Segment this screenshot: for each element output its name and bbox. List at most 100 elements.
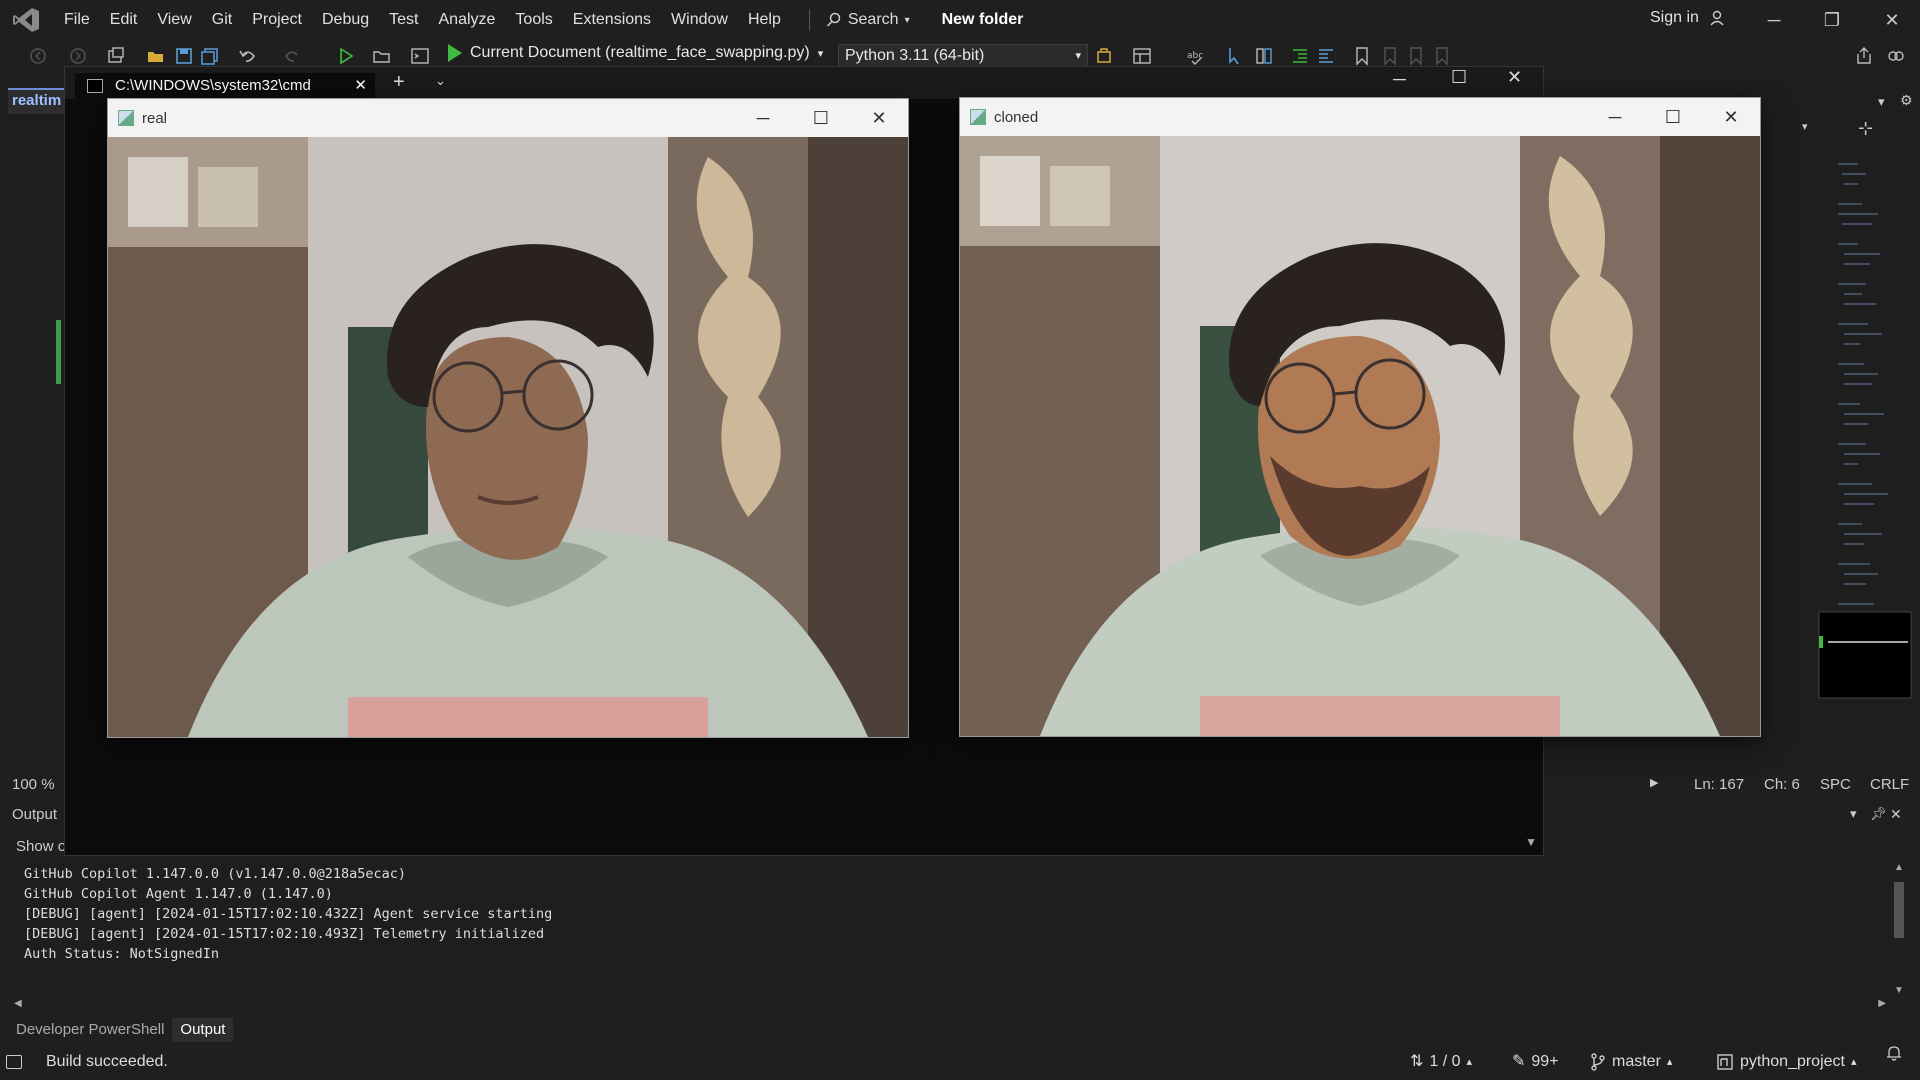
minimize-icon[interactable]: ─ <box>1393 69 1406 90</box>
redo-icon[interactable] <box>282 46 302 66</box>
close-icon[interactable]: ✕ <box>850 108 908 129</box>
split-editor-icon[interactable]: ⊹ <box>1858 118 1873 139</box>
scrollbar-thumb[interactable] <box>1894 882 1904 938</box>
window-title: real <box>142 109 168 127</box>
cmd-icon <box>87 79 103 93</box>
minimize-icon[interactable]: ─ <box>1762 8 1786 32</box>
bookmark-icon[interactable] <box>1352 46 1372 66</box>
maximize-icon[interactable]: ☐ <box>792 108 850 129</box>
layout-icon[interactable] <box>1132 46 1152 66</box>
menu-tools[interactable]: Tools <box>505 0 562 40</box>
scroll-left-icon[interactable]: ◀ <box>14 998 22 1009</box>
restore-icon[interactable]: ❐ <box>1820 8 1844 32</box>
real-window-titlebar[interactable]: real ─ ☐ ✕ <box>108 99 908 137</box>
visual-studio-logo-icon[interactable] <box>12 7 40 33</box>
minimize-icon[interactable]: ─ <box>734 108 792 129</box>
cloned-image-window[interactable]: cloned ─ ☐ ✕ <box>959 97 1761 737</box>
spacing-mode[interactable]: SPC <box>1820 776 1851 793</box>
line-ending[interactable]: CRLF <box>1870 776 1909 793</box>
scroll-right-icon[interactable]: ▶ <box>1878 998 1886 1009</box>
output-text-area[interactable]: GitHub Copilot 1.147.0.0 (v1.147.0.0@218… <box>10 862 1890 998</box>
chevron-down-icon[interactable]: ▾ <box>1850 806 1857 822</box>
git-repository[interactable]: python_project ▴ <box>1716 1044 1857 1080</box>
chevron-down-icon[interactable]: ▾ <box>818 47 824 60</box>
save-all-icon[interactable] <box>200 46 220 66</box>
notifications-bell-icon[interactable] <box>1886 1044 1902 1062</box>
spell-check-icon[interactable]: abc <box>1186 46 1206 66</box>
chevron-down-icon[interactable]: ▾ <box>1878 94 1885 110</box>
forward-icon[interactable] <box>68 46 88 66</box>
menu-project[interactable]: Project <box>242 0 312 40</box>
undo-icon[interactable] <box>238 46 258 66</box>
close-icon[interactable]: ✕ <box>1702 107 1760 128</box>
scroll-down-icon[interactable]: ▼ <box>1525 835 1537 849</box>
menu-file[interactable]: File <box>54 0 100 40</box>
code-minimap[interactable] <box>1818 144 1913 734</box>
real-image-window[interactable]: real ─ ☐ ✕ <box>107 98 909 738</box>
minimize-icon[interactable]: ─ <box>1586 107 1644 128</box>
prev-bookmark-icon[interactable] <box>1380 46 1400 66</box>
pending-edits[interactable]: ✎ 99+ <box>1512 1044 1559 1080</box>
output-vertical-scrollbar[interactable]: ▲ ▼ <box>1892 862 1906 996</box>
menu-edit[interactable]: Edit <box>100 0 148 40</box>
tab-output[interactable]: Output <box>172 1018 234 1042</box>
scroll-right-icon[interactable]: ▶ <box>1650 776 1658 789</box>
maximize-icon[interactable]: ☐ <box>1644 107 1702 128</box>
menu-debug[interactable]: Debug <box>312 0 379 40</box>
chevron-up-icon: ▴ <box>1850 1056 1857 1068</box>
cloned-window-titlebar[interactable]: cloned ─ ☐ ✕ <box>960 98 1760 136</box>
pin-icon[interactable]: 📌︎ <box>1870 806 1887 822</box>
cmd-tab[interactable]: C:\WINDOWS\system32\cmd ✕ <box>75 73 375 99</box>
back-icon[interactable] <box>28 46 48 66</box>
zoom-level[interactable]: 100 % <box>12 776 55 793</box>
terminal-icon[interactable] <box>410 46 430 66</box>
close-icon[interactable]: ✕ <box>1890 806 1902 823</box>
attach-icon[interactable] <box>1094 46 1114 66</box>
git-sync-status[interactable]: ⇅ 1 / 0 ▴ <box>1410 1044 1472 1080</box>
menu-help[interactable]: Help <box>738 0 791 40</box>
menu-git[interactable]: Git <box>202 0 242 40</box>
output-horizontal-scrollbar[interactable]: ◀ ▶ <box>10 998 1890 1012</box>
chevron-down-icon[interactable]: ⌄ <box>435 73 446 89</box>
close-icon[interactable]: ✕ <box>1880 8 1904 32</box>
line-number[interactable]: Ln: 167 <box>1694 776 1744 793</box>
scroll-down-icon[interactable]: ▼ <box>1894 985 1904 996</box>
start-without-debug-icon[interactable] <box>336 46 356 66</box>
webcam-frame-real <box>108 137 908 737</box>
cmd-titlebar[interactable]: C:\WINDOWS\system32\cmd ✕ + ⌄ ─ ☐ ✕ <box>65 67 1543 99</box>
run-current-document-button[interactable]: Current Document (realtime_face_swapping… <box>448 44 823 62</box>
scroll-up-icon[interactable]: ▲ <box>1894 862 1904 873</box>
copilot-icon[interactable] <box>1886 46 1906 66</box>
build-status[interactable]: Build succeeded. <box>6 1044 168 1080</box>
new-tab-icon[interactable]: + <box>393 71 405 94</box>
git-branch[interactable]: master ▴ <box>1590 1044 1672 1080</box>
save-icon[interactable] <box>174 46 194 66</box>
open-folder-icon[interactable] <box>372 46 392 66</box>
cursor-tool-icon[interactable] <box>1226 46 1246 66</box>
python-environment-select[interactable]: Python 3.11 (64-bit) ▾ <box>838 44 1088 68</box>
sign-in-button[interactable]: Sign in <box>1650 0 1727 36</box>
menu-view[interactable]: View <box>147 0 201 40</box>
open-folder-icon[interactable] <box>146 46 166 66</box>
next-bookmark-icon[interactable] <box>1406 46 1426 66</box>
tab-developer-powershell[interactable]: Developer PowerShell <box>8 1018 172 1042</box>
menu-extensions[interactable]: Extensions <box>563 0 661 40</box>
char-number[interactable]: Ch: 6 <box>1764 776 1800 793</box>
indent-icon[interactable] <box>1290 46 1310 66</box>
compare-icon[interactable] <box>1254 46 1274 66</box>
document-tab[interactable]: realtim <box>8 88 70 114</box>
live-share-icon[interactable] <box>1854 46 1874 66</box>
chevron-down-icon[interactable]: ▾ <box>1802 120 1808 133</box>
outdent-icon[interactable] <box>1316 46 1336 66</box>
menu-analyze[interactable]: Analyze <box>429 0 506 40</box>
repository-name: python_project <box>1740 1053 1845 1070</box>
maximize-icon[interactable]: ☐ <box>1451 67 1467 88</box>
menu-window[interactable]: Window <box>661 0 738 40</box>
close-tab-icon[interactable]: ✕ <box>354 73 367 99</box>
gear-icon[interactable]: ⚙ <box>1900 92 1913 109</box>
new-project-icon[interactable] <box>106 46 126 66</box>
search-box[interactable]: Search ▾ <box>808 9 910 31</box>
menu-test[interactable]: Test <box>379 0 428 40</box>
close-icon[interactable]: ✕ <box>1507 67 1522 88</box>
clear-bookmarks-icon[interactable] <box>1432 46 1452 66</box>
